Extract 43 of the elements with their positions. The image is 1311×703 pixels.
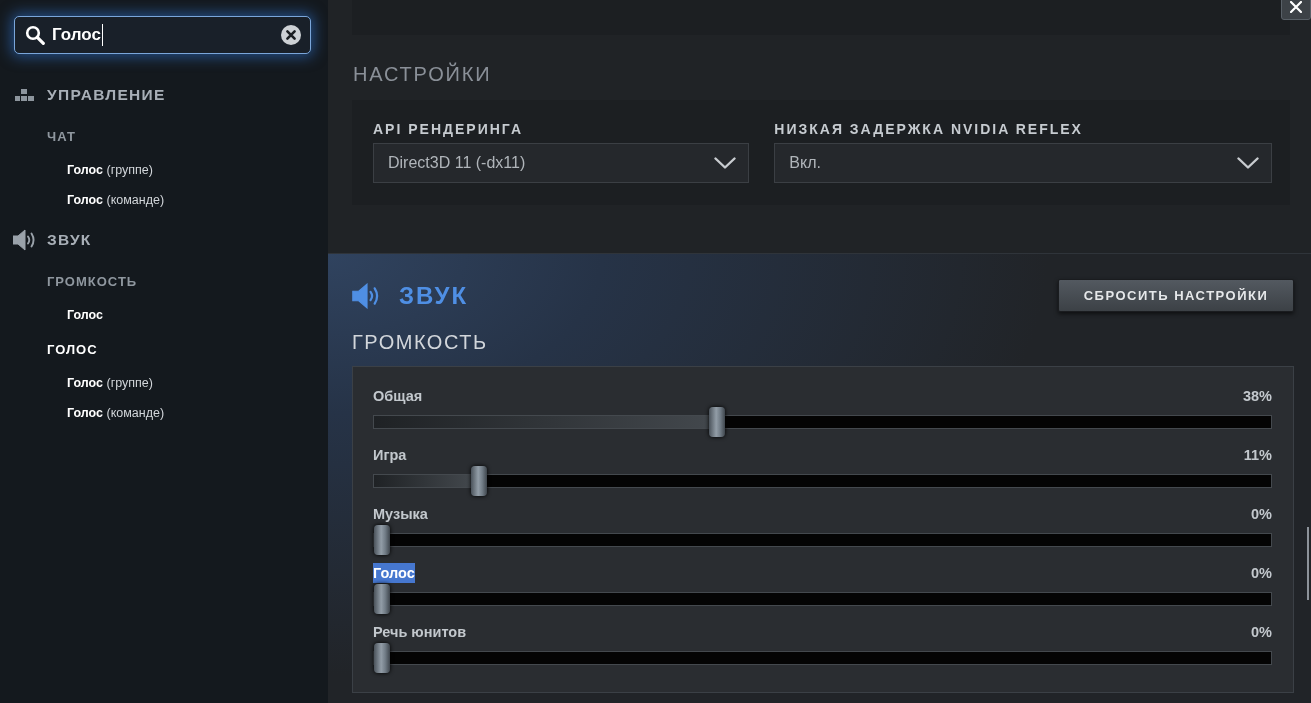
slider-value: 0%	[1251, 564, 1272, 583]
section-heading: ГРОМКОСТЬ	[352, 330, 489, 354]
slider-label: Игра	[373, 446, 407, 465]
slider-label: Голос	[373, 563, 415, 583]
slider-value: 0%	[1251, 505, 1272, 524]
section-title: ЗВУК	[399, 281, 469, 310]
clear-icon[interactable]	[281, 25, 301, 45]
slider-thumb[interactable]	[708, 407, 725, 437]
dropdown[interactable]: Direct3D 11 (-dx11)	[373, 143, 750, 183]
slider-thumb[interactable]	[374, 643, 390, 673]
scrollbar[interactable]	[1307, 527, 1309, 600]
slider-value: 11%	[1243, 446, 1272, 465]
sidebar-group[interactable]: ГРОМКОСТЬ	[47, 267, 138, 297]
close-button[interactable]	[1281, 0, 1311, 20]
field-label: НИЗКАЯ ЗАДЕРЖКА NVIDIA REFLEX	[774, 120, 1084, 138]
chevron-down-icon	[714, 157, 737, 169]
search-field[interactable]: Голос	[14, 16, 311, 54]
slider-value: 0%	[1251, 623, 1272, 642]
dropdown[interactable]: Вкл.	[774, 143, 1272, 183]
sidebar-item[interactable]: Голос	[67, 300, 103, 330]
sidebar-item[interactable]: Голос (группе)	[67, 368, 153, 398]
sidebar-group[interactable]: ГОЛОС	[47, 335, 98, 365]
speaker-icon	[13, 229, 37, 251]
sidebar-item[interactable]: Голос (команде)	[67, 185, 165, 215]
sidebar-section[interactable]: ЗВУК	[47, 228, 92, 252]
slider-thumb[interactable]	[374, 584, 390, 614]
close-icon	[1290, 1, 1302, 13]
sidebar-section[interactable]: УПРАВЛЕНИЕ	[47, 83, 166, 107]
field-label: API РЕНДЕРИНГА	[373, 120, 524, 138]
blocks-icon	[15, 89, 34, 101]
slider-thumb[interactable]	[374, 525, 390, 555]
slider-thumb[interactable]	[470, 466, 487, 496]
slider-label: Общая	[373, 387, 423, 406]
search-icon	[25, 25, 45, 45]
slider-value: 38%	[1242, 387, 1272, 406]
reset-button[interactable]: СБРОСИТЬ НАСТРОЙКИ	[1058, 279, 1294, 312]
sidebar-item[interactable]: Голос (команде)	[67, 398, 165, 428]
slider-label: Музыка	[373, 505, 428, 524]
sidebar-group[interactable]: ЧАТ	[47, 122, 76, 152]
chevron-down-icon	[1237, 157, 1259, 169]
slider-label: Речь юнитов	[373, 623, 467, 642]
section-heading: НАСТРОЙКИ	[353, 62, 493, 86]
sidebar-item[interactable]: Голос (группе)	[67, 155, 153, 185]
